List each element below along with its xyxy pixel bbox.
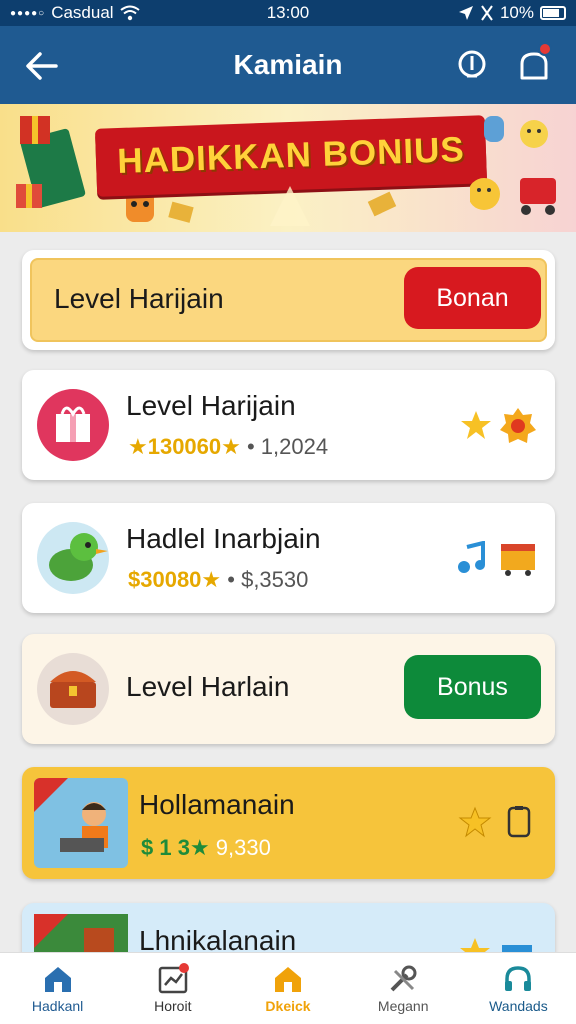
battery-icon bbox=[540, 6, 566, 20]
location-icon bbox=[458, 6, 473, 20]
level-card-4[interactable]: Level Harlain Bonus bbox=[22, 634, 555, 744]
bonus-banner[interactable]: HADIKKAN BONIUS bbox=[0, 104, 576, 232]
wifi-icon bbox=[119, 5, 140, 21]
report-icon bbox=[158, 963, 189, 994]
back-arrow-icon[interactable] bbox=[22, 46, 62, 86]
badge-icon bbox=[500, 408, 536, 443]
treasure-chest-icon bbox=[37, 653, 109, 725]
bottom-navigation: Hadkanl Horoit Dkeick Megann Wandads bbox=[0, 952, 576, 1024]
card-title: Hadlel Inarbjain bbox=[126, 523, 321, 554]
nav-home[interactable]: Hadkanl bbox=[0, 953, 115, 1024]
lightbulb-icon bbox=[458, 50, 486, 78]
card-stats: ★130060★ • 1,2024 bbox=[128, 434, 328, 460]
nav-tools[interactable]: Megann bbox=[346, 953, 461, 1024]
bonus-button[interactable]: Bonan bbox=[404, 267, 541, 329]
card-title: Level Harijain bbox=[54, 283, 224, 314]
count-value: • 1,2024 bbox=[246, 434, 329, 459]
app-header: Kamiain bbox=[0, 26, 576, 104]
score-value: ★130060★ bbox=[128, 434, 241, 459]
status-time: 13:00 bbox=[266, 3, 310, 22]
signal-dots-icon: ●●●●○ bbox=[10, 7, 46, 19]
battery-percent: 10% bbox=[499, 3, 534, 22]
count-value: 9,330 bbox=[215, 835, 271, 860]
home-icon bbox=[44, 967, 71, 992]
bird-icon bbox=[37, 522, 109, 594]
nav-label: Megann bbox=[377, 998, 429, 1014]
card-title: Level Harijain bbox=[126, 390, 296, 421]
score-value: $30080★ bbox=[128, 567, 222, 592]
nav-label: Dkeick bbox=[265, 998, 311, 1014]
level-card-5[interactable]: Hollamanain $ 1 3★ 9,330 bbox=[22, 767, 555, 879]
banner-ribbon: HADIKKAN BONIUS bbox=[94, 115, 488, 197]
notification-badge bbox=[538, 42, 552, 56]
level-card-3[interactable]: Hadlel Inarbjain $30080★ • $,3530 bbox=[22, 503, 555, 613]
crate-icon bbox=[501, 544, 535, 576]
card-stats: $30080★ • $,3530 bbox=[128, 567, 308, 593]
phone-icon bbox=[507, 806, 531, 838]
gift-box-icon bbox=[37, 389, 109, 461]
signal-icon bbox=[481, 5, 493, 21]
nav-active-tab[interactable]: Dkeick bbox=[230, 953, 345, 1024]
level-card-1[interactable]: Level Harijain Bonan bbox=[22, 250, 555, 350]
nav-label: Wandads bbox=[489, 998, 548, 1014]
status-bar: ●●●●○ Casdual 13:00 10% bbox=[0, 0, 576, 26]
nav-label: Horoit bbox=[154, 998, 192, 1014]
gift-box-icon bbox=[16, 116, 86, 208]
hint-button[interactable] bbox=[452, 46, 492, 86]
card-title: Hollamanain bbox=[139, 789, 295, 820]
nav-label: Hadkanl bbox=[31, 998, 84, 1014]
smiley-cart-icon bbox=[470, 116, 556, 215]
sparkle-icon bbox=[168, 186, 397, 226]
house-icon bbox=[275, 967, 301, 992]
notification-button[interactable] bbox=[514, 42, 554, 86]
score-value: $ 1 3★ bbox=[141, 835, 210, 860]
nav-support[interactable]: Wandads bbox=[461, 953, 576, 1024]
boy-reading-icon bbox=[34, 778, 128, 868]
star-icon bbox=[458, 806, 492, 838]
count-value: • $,3530 bbox=[227, 567, 309, 592]
card-title: Level Harlain bbox=[126, 671, 290, 702]
card-stats: $ 1 3★ 9,330 bbox=[141, 835, 271, 861]
carrier-name: Casdual bbox=[51, 3, 114, 22]
bonus-button[interactable]: Bonus bbox=[404, 655, 541, 719]
nav-report[interactable]: Horoit bbox=[115, 953, 230, 1024]
banner-title: HADIKKAN BONIUS bbox=[116, 129, 466, 182]
star-icon bbox=[461, 411, 491, 439]
tools-icon bbox=[390, 965, 417, 992]
headset-icon bbox=[505, 966, 532, 991]
music-note-icon bbox=[458, 541, 485, 573]
level-card-2[interactable]: Level Harijain ★130060★ • 1,2024 bbox=[22, 370, 555, 480]
